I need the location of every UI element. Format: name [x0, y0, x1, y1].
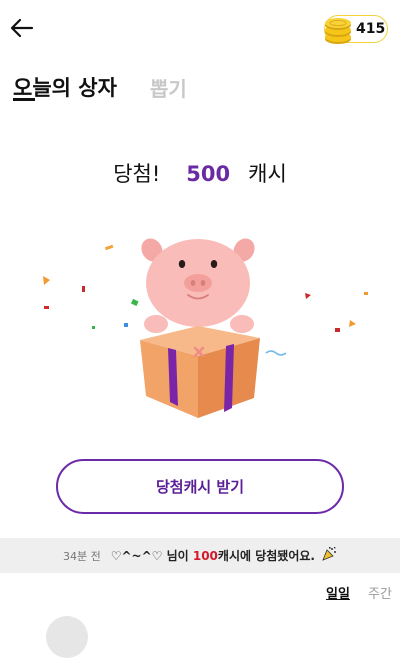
back-button[interactable]: [8, 14, 36, 42]
tab-draw[interactable]: 뽑기: [150, 73, 187, 102]
pig-head: [141, 238, 255, 327]
avatar: [46, 616, 88, 658]
gift-box: [140, 315, 260, 418]
prize-amount: 500: [186, 162, 231, 186]
coin-count: 415: [356, 21, 386, 37]
ticker-text-after: 캐시에 당첨됐어요.: [217, 549, 315, 563]
ticker-amount: 100: [192, 548, 218, 563]
tab-weekly[interactable]: 주간: [368, 583, 392, 602]
pig-gift-box-illustration: [30, 228, 370, 428]
prize-unit: 캐시: [248, 162, 287, 186]
active-tab-indicator: [13, 98, 35, 101]
coin-stack-icon: [322, 12, 356, 46]
ticker-time: 34분 전: [63, 549, 101, 563]
party-popper-icon: [321, 546, 337, 566]
ticker-text-before: 님이: [162, 549, 193, 563]
claim-cash-button[interactable]: 당첨캐시 받기: [56, 459, 344, 514]
prize-message: 당첨! 500 캐시: [0, 158, 400, 188]
ticker-user: ♡^~^♡: [110, 548, 163, 563]
tab-daily[interactable]: 일일: [326, 583, 350, 602]
arrow-left-icon: [10, 18, 34, 38]
winner-ticker: 34분 전 ♡^~^♡ 님이 100 캐시에 당첨됐어요.: [0, 538, 400, 573]
prize-prefix: 당첨!: [113, 162, 161, 186]
